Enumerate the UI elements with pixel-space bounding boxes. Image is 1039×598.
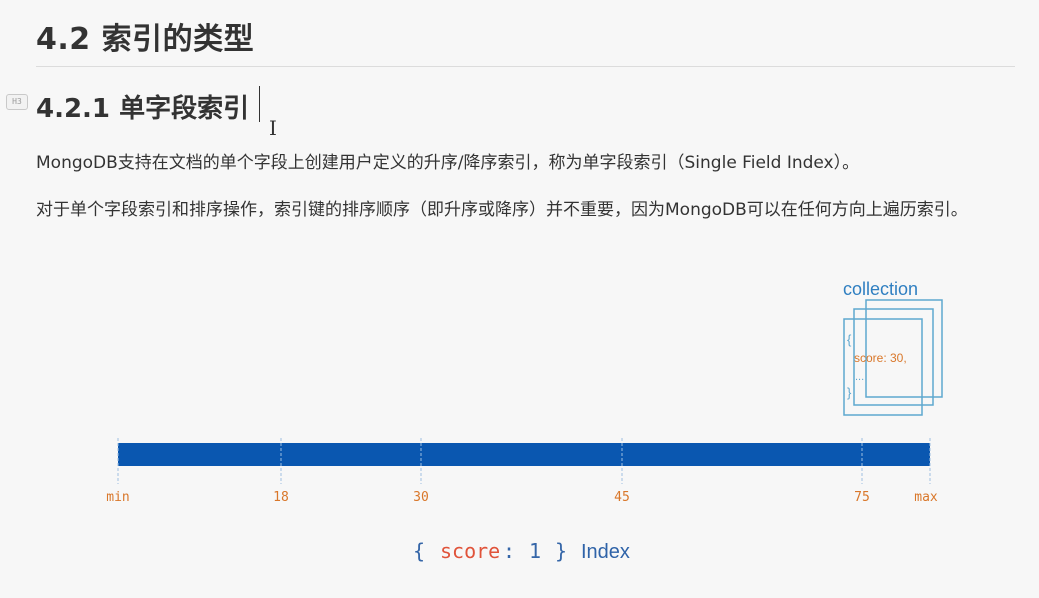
index-caption: { score : 1 } Index xyxy=(413,539,630,563)
single-field-index-diagram: collection { score: 30, ... } min 18 30 … xyxy=(106,279,943,563)
caption-close-brace: } xyxy=(555,539,567,563)
collection-label: collection xyxy=(843,279,918,299)
document-page: 4.2 索引的类型 H3 4.2.1 单字段索引 I MongoDB支持在文档的… xyxy=(0,0,1039,598)
tick-label-30: 30 xyxy=(413,490,429,505)
caption-value: 1 xyxy=(529,539,541,563)
document-score-field: score: 30, xyxy=(854,351,907,365)
tick-label-min: min xyxy=(106,490,129,505)
tick-label-45: 45 xyxy=(614,490,630,505)
tick-label-18: 18 xyxy=(273,490,289,505)
document-ellipsis: ... xyxy=(855,371,864,383)
caption-index-word: Index xyxy=(581,541,630,563)
caption-key: score xyxy=(440,539,500,563)
document-card-front xyxy=(843,318,923,416)
document-card-back xyxy=(865,299,943,398)
caption-open-brace: { xyxy=(413,539,425,563)
document-open-brace: { xyxy=(847,332,852,347)
index-bar xyxy=(118,443,930,466)
tick-label-max: max xyxy=(914,490,938,505)
tick-label-75: 75 xyxy=(854,490,870,505)
caption-colon: : xyxy=(503,539,515,563)
document-close-brace: } xyxy=(847,385,852,400)
